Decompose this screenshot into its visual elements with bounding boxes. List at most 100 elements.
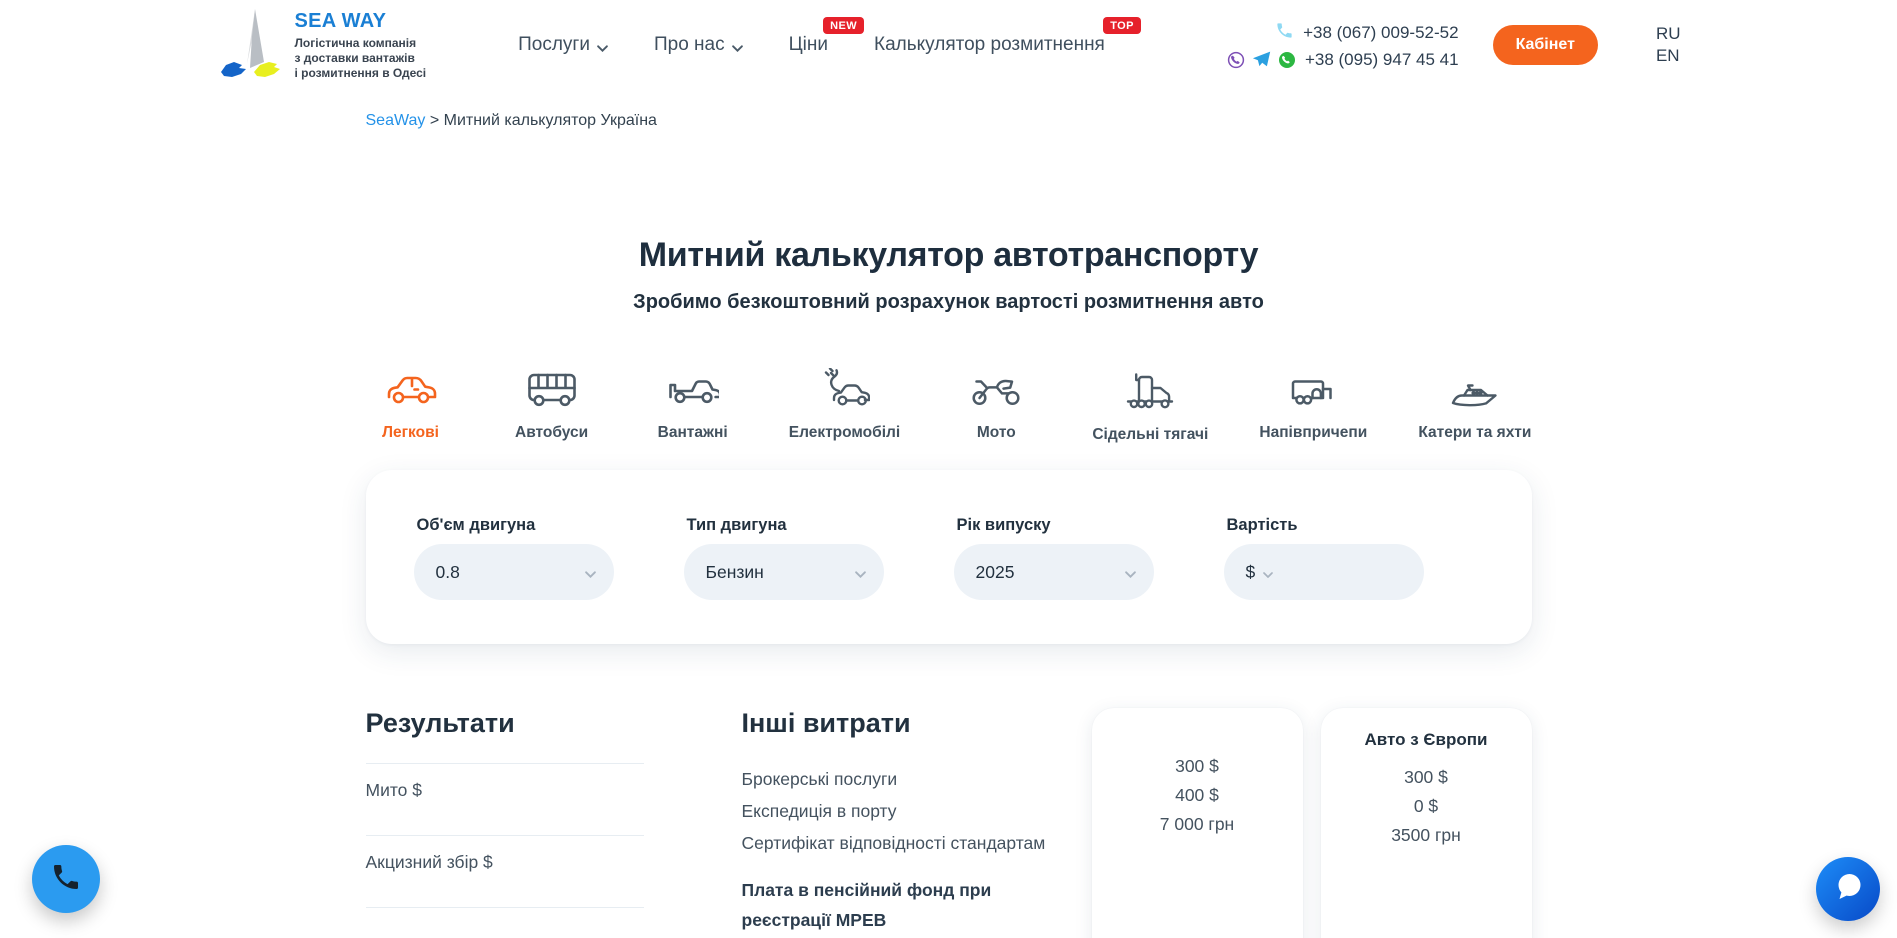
hero: Митний калькулятор автотранспорту Зробим… [0,236,1897,314]
semi-truck-icon [1124,368,1176,415]
phone-number-secondary[interactable]: +38 (095) 947 45 41 [1305,50,1459,70]
page-subtitle: Зробимо безкоштовний розрахунок вартості… [0,291,1897,314]
price-value: 0 $ [1333,792,1520,821]
car-icon [385,368,437,413]
top-badge: TOP [1103,17,1141,34]
trailer-icon [1287,368,1339,413]
new-badge: NEW [823,17,864,34]
breadcrumb-current: Митний калькулятор Україна [444,112,657,129]
phone-number-primary[interactable]: +38 (067) 009-52-52 [1303,23,1458,43]
results-section: Результати Мито $ Акцизний збір $ Інші в… [366,708,1532,938]
logo-title: SEA WAY [295,10,427,33]
calculator-card: Об'єм двигуна 0.8 Тип двигуна Бензин Рік… [366,470,1532,644]
price-value: 3500 грн [1333,821,1520,850]
result-item-excise: Акцизний збір $ [366,835,644,908]
results-column: Результати Мито $ Акцизний збір $ [366,708,644,908]
expense-item: Експедиція в порту [742,795,1064,827]
chevron-down-icon [585,562,596,583]
chat-widget-button[interactable] [1816,857,1880,921]
other-expenses-title: Інші витрати [742,708,1064,739]
field-production-year: Рік випуску 2025 [954,516,1154,600]
field-engine-volume: Об'єм двигуна 0.8 [414,516,614,600]
truck-icon [667,368,719,413]
tab-label: Електромобілі [789,424,900,442]
currency-select[interactable]: $ [1246,562,1256,583]
main-nav: Послуги Про нас Ціни NEW Калькулятор роз… [518,33,1105,58]
electric-car-icon [818,368,870,413]
field-label: Об'єм двигуна [417,516,614,535]
result-item-duty: Мито $ [366,763,644,835]
tab-label: Сідельні тягачі [1092,426,1208,444]
motorcycle-icon [970,368,1022,413]
tab-trucks[interactable]: Вантажні [648,368,738,444]
tab-boats-yachts[interactable]: Катери та яхти [1418,368,1531,444]
phone-handset-icon [50,861,82,898]
tab-electric-cars[interactable]: Електромобілі [789,368,900,444]
telegram-icon[interactable] [1252,51,1271,68]
price-value: 300 $ [1104,752,1291,781]
phone-icon [1275,21,1294,45]
cost-input-group: $ [1224,544,1424,600]
price-cards: 300 $ 400 $ 7 000 грн Авто з Європи 300 … [1092,708,1532,938]
nav-item-customs-calculator[interactable]: Калькулятор розмитнення TOP [874,34,1105,56]
header-contacts: +38 (067) 009-52-52 +38 (095) 947 45 41 [1227,21,1459,70]
chat-bubble-icon [1830,869,1866,910]
tab-label: Напівпричепи [1259,424,1367,442]
cabinet-button[interactable]: Кабінет [1493,25,1598,65]
tab-semi-trailers[interactable]: Напівпричепи [1259,368,1367,444]
expense-item: Сертифікат відповідності стандартам [742,827,1064,859]
logo-tagline: Логістична компанія з доставки вантажів … [295,36,427,81]
tab-label: Катери та яхти [1418,424,1531,442]
call-button[interactable] [32,845,100,913]
tab-buses[interactable]: Автобуси [507,368,597,444]
tab-semi-trucks[interactable]: Сідельні тягачі [1092,368,1208,444]
chevron-down-icon [1125,562,1136,583]
breadcrumb: SeaWay > Митний калькулятор Україна [366,112,1532,130]
breadcrumb-home-link[interactable]: SeaWay [366,112,426,129]
whatsapp-icon[interactable] [1278,51,1296,69]
price-card-title: Авто з Європи [1333,730,1520,750]
price-value: 400 $ [1104,781,1291,810]
site-header: SEA WAY Логістична компанія з доставки в… [0,0,1897,90]
price-card-default: 300 $ 400 $ 7 000 грн [1092,708,1303,938]
bus-icon [526,368,578,413]
lang-en[interactable]: EN [1656,45,1681,67]
breadcrumb-separator: > [430,112,444,129]
language-switcher: RU EN [1656,23,1681,67]
expense-item-pension-fund: Плата в пенсійний фонд при реєстрації МР… [742,875,1064,935]
price-value: 7 000 грн [1104,810,1291,839]
field-label: Вартість [1227,516,1424,535]
logo-boat-icon [217,6,281,85]
nav-item-prices[interactable]: Ціни NEW [789,34,828,56]
results-title: Результати [366,708,644,739]
chevron-down-icon [597,36,608,58]
tab-label: Автобуси [515,424,588,442]
tab-motorcycles[interactable]: Мото [951,368,1041,444]
viber-icon[interactable] [1227,51,1245,69]
tab-cars[interactable]: Легкові [366,368,456,444]
engine-volume-select[interactable]: 0.8 [414,544,614,600]
cost-input[interactable] [1283,562,1405,583]
price-value: 300 $ [1333,763,1520,792]
logo[interactable]: SEA WAY Логістична компанія з доставки в… [217,6,427,85]
lang-ru[interactable]: RU [1656,23,1681,45]
field-engine-type: Тип двигуна Бензин [684,516,884,600]
field-cost: Вартість $ [1224,516,1424,600]
nav-item-about[interactable]: Про нас [654,33,743,58]
expense-item: Брокерські послуги [742,763,1064,795]
field-label: Рік випуску [957,516,1154,535]
tab-label: Легкові [382,424,439,442]
messenger-icons [1227,51,1296,69]
engine-type-select[interactable]: Бензин [684,544,884,600]
other-expenses-column: Інші витрати Брокерські послуги Експедиц… [742,708,1064,935]
nav-item-services[interactable]: Послуги [518,33,608,58]
yacht-icon [1448,368,1502,413]
tab-label: Мото [977,424,1016,442]
production-year-select[interactable]: 2025 [954,544,1154,600]
chevron-down-icon [1263,562,1273,583]
chevron-down-icon [732,36,743,58]
field-label: Тип двигуна [687,516,884,535]
chevron-down-icon [855,562,866,583]
price-card-europe: Авто з Європи 300 $ 0 $ 3500 грн [1321,708,1532,938]
vehicle-type-tabs: Легкові Автобуси Вантажні [366,368,1532,444]
